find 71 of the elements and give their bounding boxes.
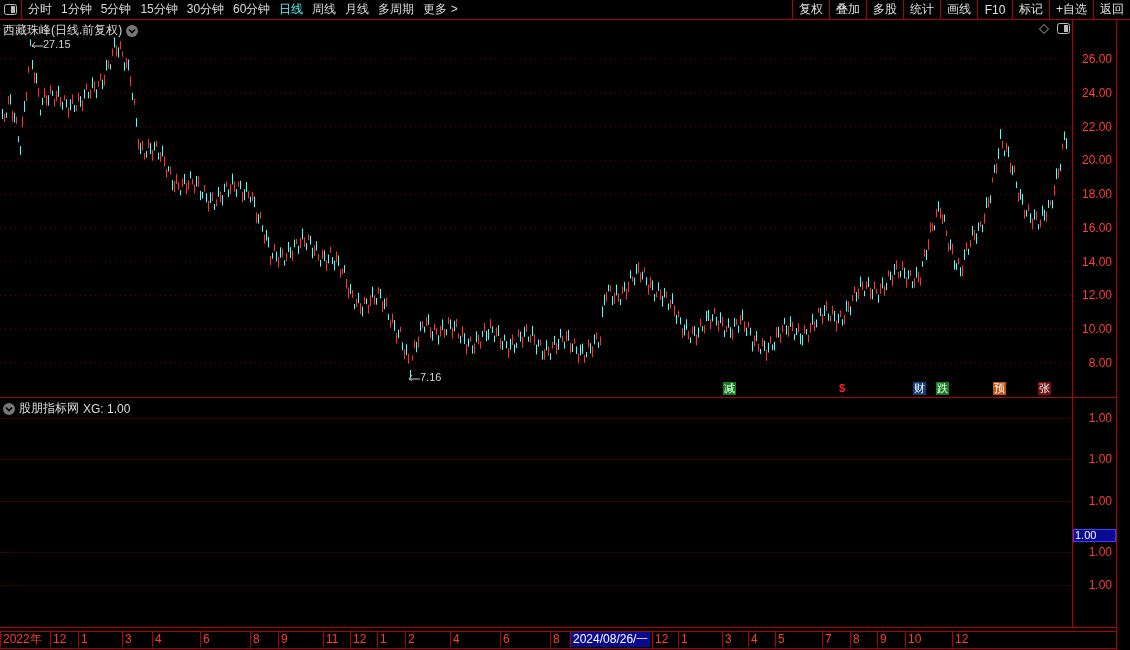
time-axis-label: 3 — [722, 632, 734, 647]
event-marker[interactable]: 预 — [993, 382, 1006, 395]
indicator-axis-label: 1.00 — [1088, 411, 1112, 425]
indicator-axis-label: 1.00 — [1088, 452, 1112, 466]
time-axis-label: 10 — [905, 632, 924, 647]
period-tab[interactable]: 5分钟 — [100, 1, 132, 18]
low-price-label: 7.16 — [420, 371, 442, 383]
time-axis-label: 1 — [678, 632, 690, 647]
diamond-icon[interactable] — [1039, 23, 1049, 34]
event-marker[interactable]: 财 — [913, 382, 926, 395]
indicator-axis-label: 1.00 — [1088, 578, 1112, 592]
chart-title: 西藏珠峰(日线.前复权) — [3, 22, 123, 39]
time-axis-label: 6 — [500, 632, 512, 647]
time-axis-label: 5 — [775, 632, 787, 647]
time-axis-label: 9 — [278, 632, 290, 647]
panel-toggle-icon[interactable] — [1057, 23, 1070, 34]
period-tab[interactable]: 多周期 — [378, 1, 415, 18]
price-axis-label: 16.00 — [1081, 220, 1112, 235]
price-axis-label: 12.00 — [1081, 288, 1112, 303]
time-axis-label: 11 — [323, 632, 341, 647]
event-marker[interactable]: 跌 — [936, 382, 949, 395]
time-axis-label: 8 — [550, 632, 562, 647]
period-tab[interactable]: 60分钟 — [233, 1, 271, 18]
period-tab[interactable]: 15分钟 — [140, 1, 178, 18]
chevron-down-icon[interactable] — [126, 24, 139, 37]
time-axis-label: 7 — [822, 632, 834, 647]
price-axis-label: 8.00 — [1088, 356, 1112, 370]
time-axis-label: 3 — [122, 632, 134, 647]
time-axis-label: 4 — [450, 632, 462, 647]
time-axis-label: 2024/08/26/一 — [570, 632, 651, 647]
price-axis-label: 18.00 — [1081, 187, 1112, 202]
price-axis-label: 10.00 — [1081, 322, 1112, 337]
time-axis-label: 12 — [952, 632, 971, 647]
price-axis-label: 26.00 — [1081, 52, 1112, 66]
price-axis-label: 24.00 — [1081, 85, 1112, 100]
period-tab[interactable]: 1分钟 — [61, 1, 92, 18]
time-axis-label: 12 — [350, 632, 369, 647]
price-axis-label: 22.00 — [1081, 119, 1112, 134]
indicator-axis-label: 1.00 — [1088, 545, 1112, 559]
period-tab[interactable]: 日线 — [279, 1, 304, 18]
event-marker[interactable]: 张 — [1038, 382, 1051, 395]
arrow-icon — [30, 40, 43, 48]
time-axis-label: 1 — [78, 632, 90, 647]
period-tab[interactable]: 分时 — [28, 1, 52, 18]
time-axis-label: 2 — [405, 632, 417, 647]
time-axis-label: 8 — [250, 632, 262, 647]
period-tab[interactable]: 周线 — [312, 1, 337, 18]
high-price-label: 27.15 — [43, 38, 71, 50]
price-axis-label: 20.00 — [1081, 153, 1112, 168]
period-tab[interactable]: 更多 > — [423, 1, 458, 18]
time-axis-label: 4 — [152, 632, 164, 647]
time-axis-label: 12 — [652, 632, 671, 647]
indicator-name: 股朋指标网 — [19, 400, 79, 417]
event-marker[interactable]: $ — [838, 382, 847, 395]
panel-toggle-icon[interactable] — [4, 4, 17, 15]
time-axis-label: 8 — [850, 632, 862, 647]
chevron-down-icon[interactable] — [3, 402, 15, 415]
time-axis-label: 4 — [748, 632, 760, 647]
time-axis-label: 6 — [200, 632, 212, 647]
indicator-reading: XG: 1.00 — [83, 401, 131, 416]
event-marker[interactable]: 减 — [723, 382, 736, 395]
period-tab[interactable]: 30分钟 — [186, 1, 225, 18]
cursor-value-label: 1.00 — [1073, 529, 1116, 542]
price-axis-label: 14.00 — [1081, 254, 1112, 269]
time-axis-label: 2022年 — [0, 632, 44, 647]
arrow-icon — [407, 373, 420, 381]
period-tab[interactable]: 月线 — [345, 1, 370, 18]
time-axis-label: 9 — [877, 632, 889, 647]
time-axis-label: 1 — [377, 632, 389, 647]
time-axis-label: 12 — [50, 632, 69, 647]
indicator-axis-label: 1.00 — [1088, 494, 1112, 508]
